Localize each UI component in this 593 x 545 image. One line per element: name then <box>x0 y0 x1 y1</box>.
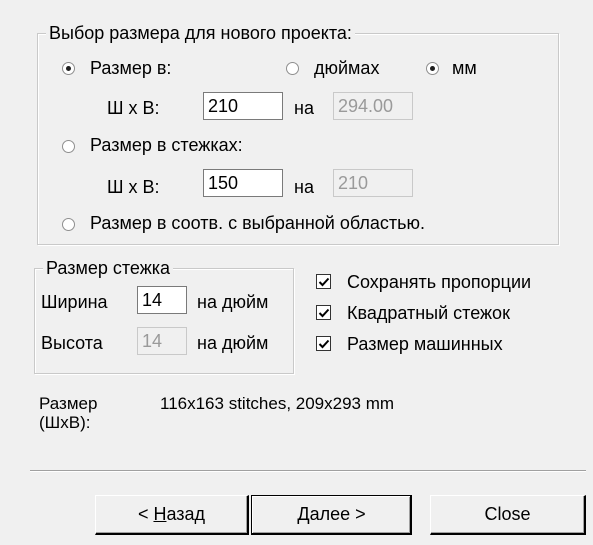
stitch-width-input[interactable]: 150 <box>203 169 283 197</box>
stitches-radio[interactable] <box>62 140 75 153</box>
machine-size-checkbox[interactable] <box>316 336 331 351</box>
stitch-width-label: Ширина <box>41 292 108 312</box>
stitch-per-inch-height-input: 14 <box>137 327 187 355</box>
checkmark-icon <box>318 308 330 318</box>
stitch-size-group: Размер стежка <box>34 257 294 374</box>
height-input: 294.00 <box>333 92 413 120</box>
separator <box>30 470 586 472</box>
size-in-label[interactable]: Размер в: <box>90 57 171 79</box>
back-button[interactable]: < Назад <box>95 495 249 535</box>
width-input[interactable]: 210 <box>203 92 283 120</box>
mm-label[interactable]: мм <box>452 57 477 79</box>
back-hotkey: Н <box>153 504 167 524</box>
inches-radio[interactable] <box>286 62 299 75</box>
selection-radio[interactable] <box>62 218 75 231</box>
size-in-radio[interactable] <box>62 62 75 75</box>
next-button[interactable]: Далее > <box>251 495 412 535</box>
checkmark-icon <box>318 277 330 287</box>
wxh-label: Ш x В: <box>107 98 160 118</box>
stitch-size-legend: Размер стежка <box>43 257 174 279</box>
per-inch-label-2: на дюйм <box>197 333 269 353</box>
square-stitch-label[interactable]: Квадратный стежок <box>347 302 510 324</box>
selection-label[interactable]: Размер в соотв. с выбранной областью. <box>90 212 425 234</box>
keep-proportions-label[interactable]: Сохранять пропорции <box>347 271 531 293</box>
stitches-label[interactable]: Размер в стежках: <box>90 134 243 156</box>
stitch-per-inch-width-input[interactable]: 14 <box>137 286 187 314</box>
mm-radio[interactable] <box>426 62 439 75</box>
back-prefix: < <box>137 504 154 524</box>
machine-size-label[interactable]: Размер машинных <box>347 333 503 355</box>
stitch-height-label: Высота <box>41 333 103 353</box>
keep-proportions-checkbox[interactable] <box>316 274 331 289</box>
summary-label-line2: (ШxВ): <box>39 413 91 432</box>
stitch-wxh-label: Ш x В: <box>107 177 160 197</box>
next-rest: алее > <box>309 504 366 524</box>
summary-value: 116x163 stitches, 209x293 mm <box>160 394 395 413</box>
on-label: на <box>294 98 314 118</box>
back-rest: азад <box>166 504 206 524</box>
stitch-height-input: 210 <box>333 169 413 197</box>
close-button[interactable]: Close <box>430 495 586 535</box>
checkmark-icon <box>318 339 330 349</box>
inches-label[interactable]: дюймах <box>314 57 379 79</box>
project-size-legend: Выбор размера для нового проекта: <box>46 22 355 44</box>
on-label-2: на <box>294 177 314 197</box>
next-hotkey: Д <box>297 504 310 524</box>
per-inch-label: на дюйм <box>197 292 269 312</box>
square-stitch-checkbox[interactable] <box>316 305 331 320</box>
